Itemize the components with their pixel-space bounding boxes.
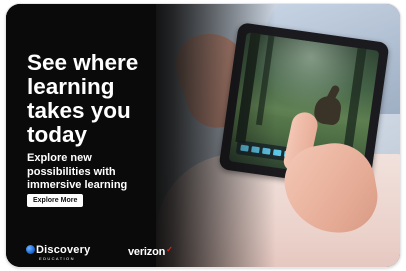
discovery-education-logo[interactable]: Discovery EDUCATION: [26, 244, 90, 262]
explore-more-button[interactable]: Explore More: [27, 194, 84, 207]
verizon-logo[interactable]: verizon✓: [128, 245, 173, 258]
discovery-logo-line: Discovery: [26, 244, 90, 256]
checkmark-icon: ✓: [166, 245, 173, 254]
globe-icon: [26, 245, 35, 254]
discovery-logo-word: Discovery: [36, 244, 91, 256]
ad-banner[interactable]: See where learning takes you today Explo…: [6, 4, 400, 267]
discovery-logo-subtext: EDUCATION: [39, 256, 75, 261]
ad-subheadline: Explore new possibilities with immersive…: [27, 152, 128, 191]
verizon-logo-word: verizon: [128, 246, 166, 258]
ad-headline: See where learning takes you today: [27, 50, 139, 147]
